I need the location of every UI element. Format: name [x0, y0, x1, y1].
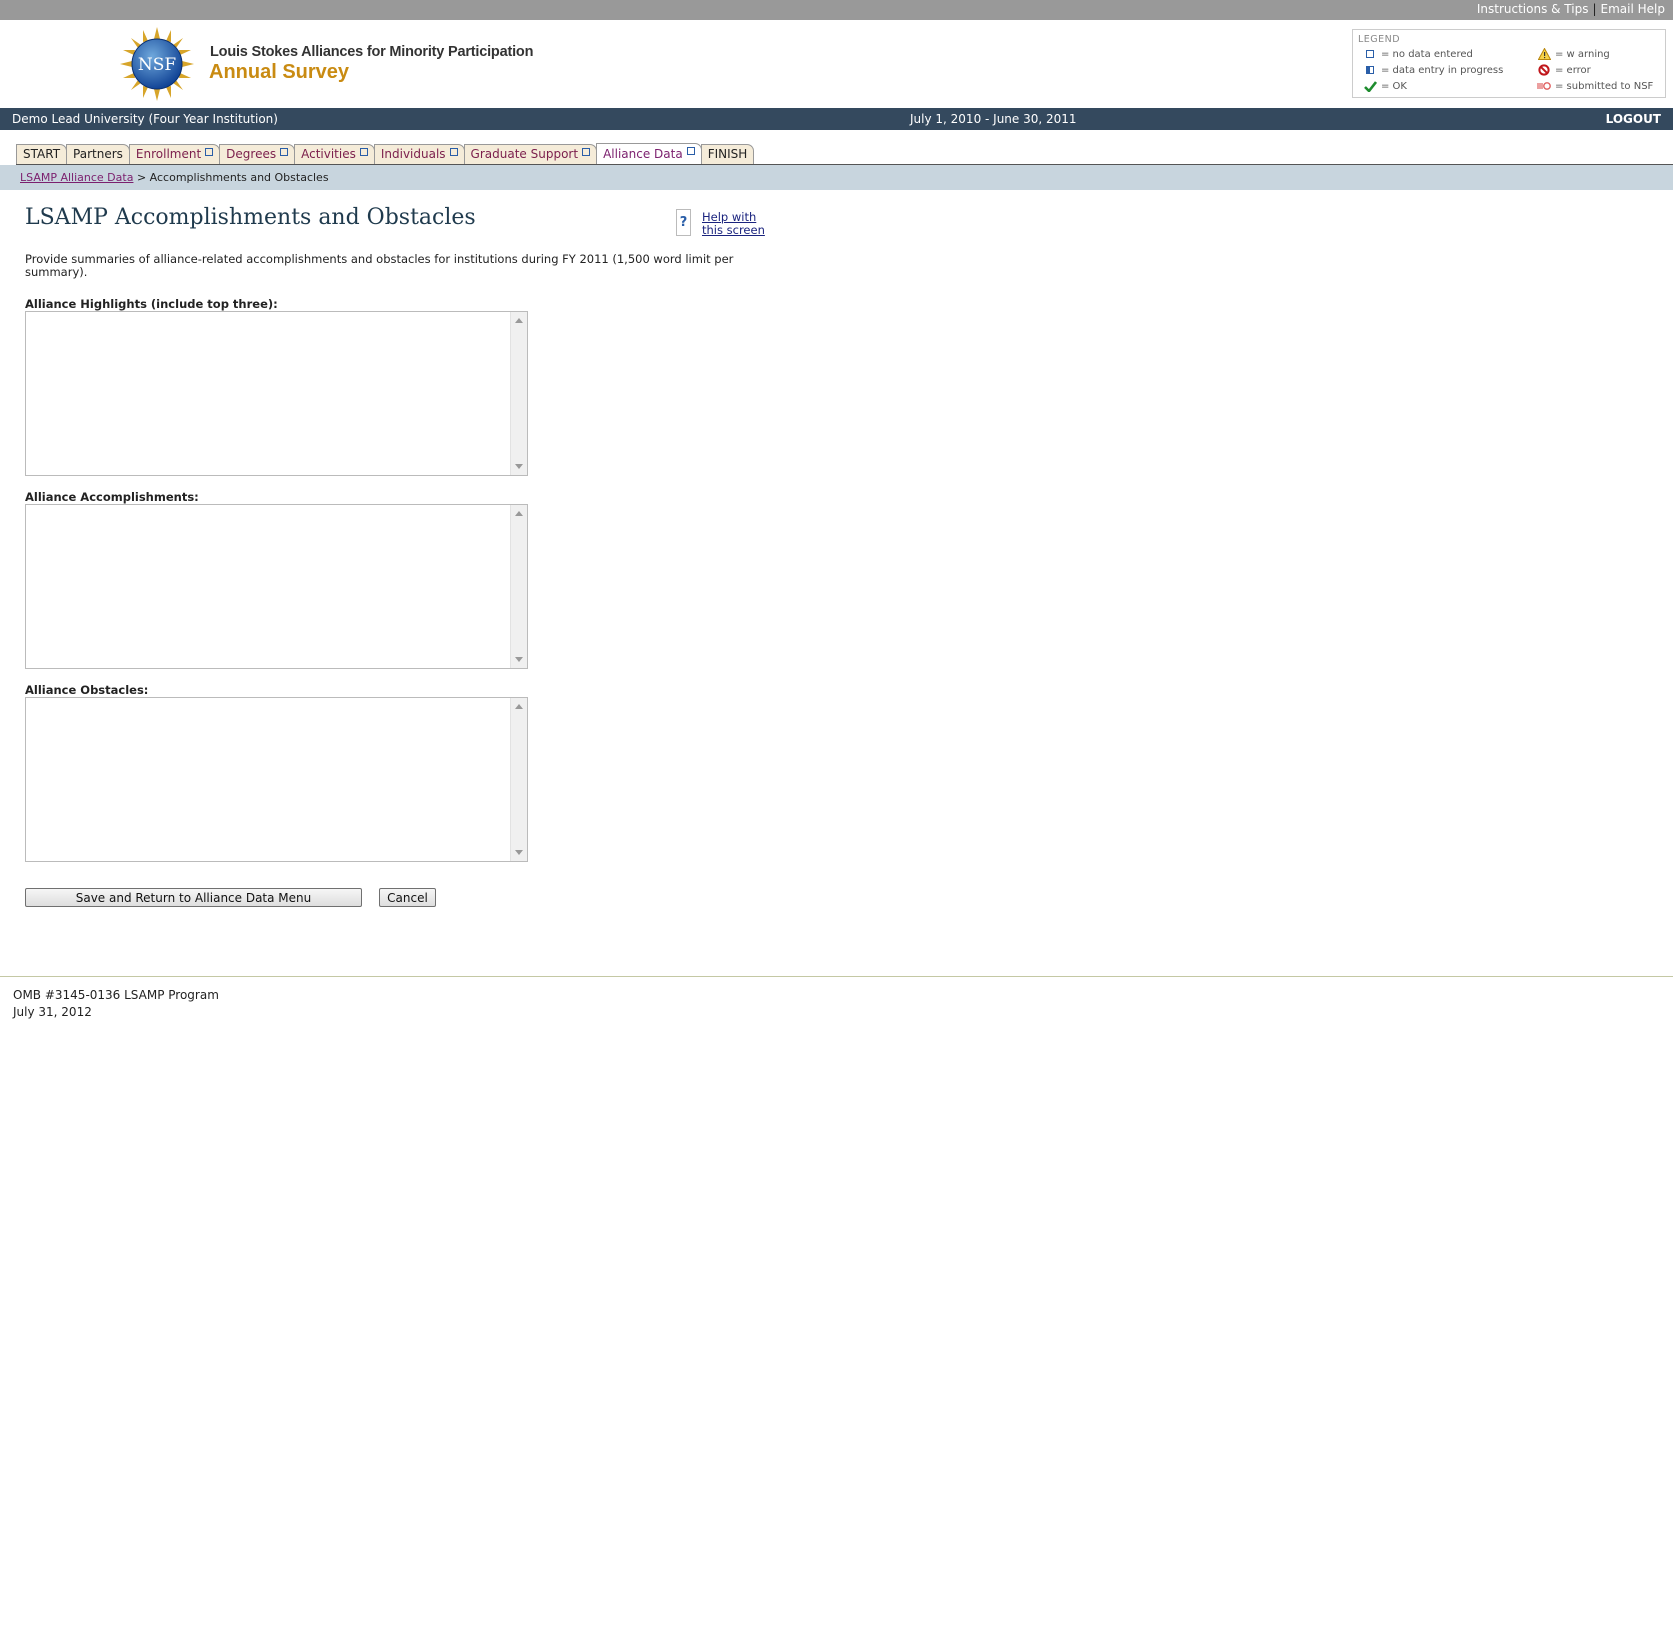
institution-name: Demo Lead University (Four Year Institut…: [12, 112, 278, 126]
help-icon[interactable]: ?: [676, 209, 691, 236]
email-help-link[interactable]: Email Help: [1601, 2, 1665, 16]
tab-label: Alliance Data: [603, 146, 683, 161]
tab-enrollment[interactable]: Enrollment: [128, 144, 221, 164]
accomplishments-scrollbar[interactable]: [510, 505, 527, 668]
empty-square-icon: [686, 147, 695, 155]
legend-item-in-progress: = data entry in progress: [1363, 64, 1503, 76]
page-title: LSAMP Accomplishments and Obstacles: [25, 205, 476, 230]
legend-item-submitted: = submitted to NSF: [1537, 80, 1653, 92]
submitted-icon: [1537, 80, 1551, 92]
empty-square-icon: [280, 147, 289, 156]
scroll-up-icon[interactable]: [515, 511, 523, 516]
legend-label: = submitted to NSF: [1555, 80, 1654, 92]
empty-square-icon: [1363, 48, 1377, 60]
legend-title: LEGEND: [1358, 34, 1401, 45]
legend-item-error: = error: [1537, 64, 1591, 76]
program-name: Louis Stokes Alliances for Minority Part…: [210, 44, 534, 60]
tab-label: Individuals: [380, 147, 446, 161]
legend-label: = error: [1555, 64, 1591, 76]
footer: OMB #3145-0136 LSAMP Program July 31, 20…: [13, 987, 219, 1021]
legend-label: = OK: [1381, 80, 1407, 92]
tab-label: Enrollment: [135, 147, 202, 161]
legend-label: = w arning: [1555, 48, 1610, 60]
empty-square-icon: [205, 147, 214, 156]
empty-square-icon: [582, 147, 591, 156]
empty-square-icon: [359, 147, 368, 156]
tab-label: FINISH: [707, 147, 748, 161]
instructions-tips-link[interactable]: Instructions & Tips: [1477, 2, 1589, 16]
survey-title: Annual Survey: [209, 61, 350, 83]
breadcrumb-current: Accomplishments and Obstacles: [149, 171, 329, 184]
footer-divider: [0, 976, 1673, 977]
utility-separator: |: [1592, 2, 1597, 16]
empty-square-icon: [449, 147, 458, 156]
session-bar: Demo Lead University (Four Year Institut…: [0, 108, 1673, 130]
legend-item-warning: = w arning: [1537, 48, 1610, 60]
nsf-seal-text: NSF: [138, 55, 177, 75]
breadcrumb-separator: >: [136, 171, 147, 184]
tab-activities[interactable]: Activities: [294, 144, 375, 164]
legend-item-no-data: = no data entered: [1363, 48, 1473, 60]
scroll-down-icon[interactable]: [515, 657, 523, 662]
logout-link[interactable]: LOGOUT: [1606, 112, 1661, 126]
breadcrumb: LSAMP Alliance Data > Accomplishments an…: [0, 165, 1673, 190]
breadcrumb-parent-link[interactable]: LSAMP Alliance Data: [20, 171, 133, 184]
omb-number: OMB #3145-0136 LSAMP Program: [13, 988, 219, 1002]
accomplishments-field-wrapper: [25, 504, 528, 669]
help-with-screen-link[interactable]: Help with this screen: [702, 211, 772, 237]
accomplishments-label: Alliance Accomplishments:: [25, 490, 199, 504]
half-square-icon: [1363, 64, 1377, 76]
highlights-textarea[interactable]: [26, 312, 510, 475]
tab-individuals[interactable]: Individuals: [373, 144, 465, 164]
tab-alliance-data[interactable]: Alliance Data: [596, 143, 702, 164]
utility-bar: Instructions & Tips | Email Help: [0, 0, 1673, 20]
highlights-label: Alliance Highlights (include top three):: [25, 297, 278, 311]
tab-label: Activities: [301, 147, 356, 161]
status-legend: LEGEND = no data entered = data entry in…: [1352, 29, 1666, 98]
scroll-up-icon[interactable]: [515, 704, 523, 709]
instructions-text: Provide summaries of alliance-related ac…: [25, 252, 734, 279]
accomplishments-textarea[interactable]: [26, 505, 510, 668]
tab-label: START: [23, 147, 61, 161]
nsf-seal-logo: NSF: [120, 27, 194, 101]
check-icon: [1363, 80, 1377, 92]
tab-label: Graduate Support: [470, 147, 579, 161]
obstacles-textarea[interactable]: [26, 698, 510, 861]
legend-label: = no data entered: [1381, 48, 1473, 60]
section-tabs: START Partners Enrollment Degrees Activi…: [16, 143, 755, 164]
tab-graduate-support[interactable]: Graduate Support: [463, 144, 598, 164]
scroll-down-icon[interactable]: [515, 850, 523, 855]
legend-label: = data entry in progress: [1381, 64, 1504, 76]
warning-icon: [1537, 48, 1551, 60]
tab-label: Partners: [73, 147, 123, 161]
scroll-down-icon[interactable]: [515, 464, 523, 469]
obstacles-scrollbar[interactable]: [510, 698, 527, 861]
survey-period: July 1, 2010 - June 30, 2011: [910, 112, 1077, 126]
tab-start[interactable]: START: [16, 144, 68, 164]
obstacles-field-wrapper: [25, 697, 528, 862]
highlights-field-wrapper: [25, 311, 528, 476]
cancel-button[interactable]: Cancel: [379, 888, 436, 907]
tab-partners[interactable]: Partners: [66, 144, 130, 164]
obstacles-label: Alliance Obstacles:: [25, 683, 149, 697]
footer-date: July 31, 2012: [13, 1005, 92, 1019]
legend-item-ok: = OK: [1363, 80, 1407, 92]
highlights-scrollbar[interactable]: [510, 312, 527, 475]
scroll-up-icon[interactable]: [515, 318, 523, 323]
tab-label: Degrees: [226, 147, 277, 161]
no-entry-icon: [1537, 64, 1551, 76]
tab-degrees[interactable]: Degrees: [219, 144, 296, 164]
save-return-button[interactable]: Save and Return to Alliance Data Menu: [25, 888, 362, 907]
tab-finish[interactable]: FINISH: [700, 144, 755, 164]
